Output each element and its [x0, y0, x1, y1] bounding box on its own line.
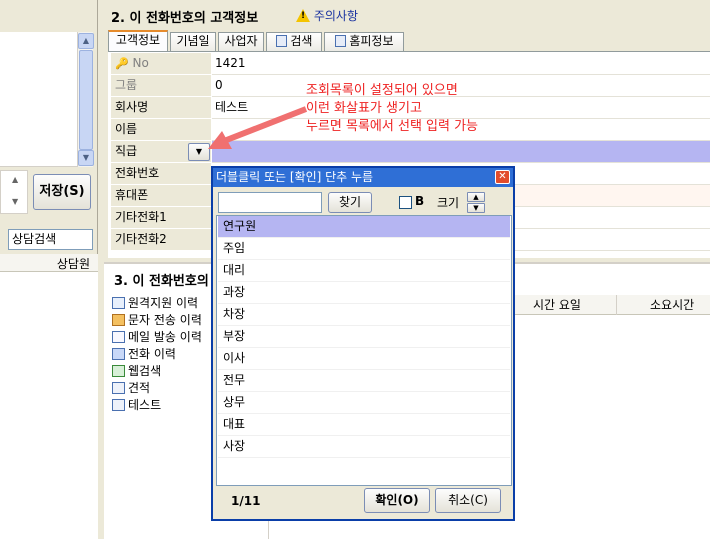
annotation-line-2: 이런 화살표가 생기고	[306, 101, 422, 116]
list-header: 상담원	[0, 254, 98, 272]
spinner-box[interactable]: ▲ ▼	[0, 170, 28, 214]
size-down-icon[interactable]: ▼	[467, 203, 485, 213]
tree-item-label: 견적	[128, 381, 151, 395]
tab-customer-info[interactable]: 고객정보	[108, 30, 168, 52]
list-item[interactable]: 대리	[218, 260, 510, 282]
notice-link[interactable]: ! 주의사항	[296, 7, 358, 24]
web-icon	[112, 365, 125, 377]
remote-icon	[112, 297, 125, 309]
homepage-tab-icon	[334, 35, 346, 47]
warning-icon: !	[296, 9, 310, 22]
tree-item-remote[interactable]: 원격지원 이력	[112, 295, 198, 312]
list-item[interactable]: 부장	[218, 326, 510, 348]
search-tab-icon	[275, 35, 287, 47]
annotation-line-3: 누르면 목록에서 선택 입력 가능	[306, 119, 479, 134]
phone-icon	[112, 348, 125, 360]
tab-anniversary[interactable]: 기념일	[170, 32, 216, 51]
tree-item-estimate[interactable]: 견적	[112, 380, 150, 397]
tree-item-label: 웹검색	[128, 364, 162, 378]
field-value-group[interactable]: 0	[212, 75, 710, 97]
list-item[interactable]	[0, 129, 77, 167]
left-pane: ▲ ▼ ▲ ▼ 저장(S) 상담검색 상담원	[0, 0, 98, 539]
tree-item-web[interactable]: 웹검색	[112, 363, 161, 380]
list-item[interactable]	[0, 80, 77, 130]
list-item[interactable]: 상무	[218, 392, 510, 414]
list-item[interactable]: 연구원	[218, 216, 510, 238]
field-label-other-phone-2: 기타전화2	[111, 229, 211, 251]
spin-down-icon[interactable]: ▼	[12, 197, 18, 206]
tree-item-sms[interactable]: 문자 전송 이력	[112, 312, 202, 329]
column-header-duration[interactable]: 소요시간	[650, 295, 710, 315]
vertical-scrollbar[interactable]: ▲ ▼	[77, 32, 94, 167]
scroll-up-icon[interactable]: ▲	[78, 33, 94, 49]
tab-homepage-label: 홈피정보	[349, 34, 394, 48]
list-item[interactable]: 차장	[218, 304, 510, 326]
doc-icon	[112, 382, 125, 394]
position-list[interactable]: 연구원 주임 대리 과장 차장 부장 이사 전무 상무 대표 사장	[216, 215, 512, 486]
tree-item-label: 메일 발송 이력	[128, 330, 202, 344]
tree-item-phone[interactable]: 전화 이력	[112, 346, 176, 363]
field-label-group: 그룹	[111, 75, 211, 97]
position-select-dialog: 더블클릭 또는 [확인] 단추 누름 ✕ 찾기 B 크기 ▲ ▼ 연구원 주임 …	[211, 166, 515, 521]
list-item[interactable]: 주임	[218, 238, 510, 260]
size-up-icon[interactable]: ▲	[467, 192, 485, 202]
tree-item-label: 문자 전송 이력	[128, 313, 202, 327]
scroll-down-icon[interactable]: ▼	[78, 150, 94, 166]
spin-up-icon[interactable]: ▲	[12, 175, 18, 184]
bold-checkbox-label: B	[415, 194, 425, 208]
field-value-no: 1421	[212, 53, 710, 75]
page-info: 1/11	[231, 494, 261, 508]
mail-icon	[112, 331, 125, 343]
size-stepper[interactable]: ▲ ▼	[467, 192, 485, 213]
section-2-title: 2. 이 전화번호의 고객정보	[111, 11, 259, 26]
list-item[interactable]: 사장	[218, 436, 510, 458]
search-input[interactable]: 상담검색	[8, 229, 93, 250]
field-label-name: 이름	[111, 119, 211, 141]
scroll-thumb[interactable]	[79, 50, 93, 150]
list-item[interactable]: 전무	[218, 370, 510, 392]
key-icon: 🔑	[115, 57, 129, 70]
annotation-line-1: 조회목록이 설정되어 있으면	[306, 83, 458, 98]
annotation-arrow-icon	[208, 106, 308, 149]
column-header-time[interactable]: 시간 요일	[533, 295, 617, 315]
list-item[interactable]: 이사	[218, 348, 510, 370]
tab-search-label: 검색	[290, 34, 313, 48]
field-label-no-text: No	[132, 56, 149, 70]
tab-business[interactable]: 사업자	[218, 32, 264, 51]
save-button[interactable]: 저장(S)	[33, 174, 91, 210]
list-item[interactable]	[0, 32, 77, 57]
find-button[interactable]: 찾기	[328, 192, 372, 213]
list-item[interactable]: 대표	[218, 414, 510, 436]
list-item[interactable]	[0, 56, 77, 81]
tree-item-label: 원격지원 이력	[128, 296, 199, 310]
doc-icon	[112, 399, 125, 411]
ok-button[interactable]: 확인(O)	[364, 488, 430, 513]
close-icon[interactable]: ✕	[495, 170, 510, 184]
consultation-list[interactable]	[0, 272, 98, 539]
field-label-company: 회사명	[111, 97, 211, 119]
tab-homepage[interactable]: 홈피정보	[324, 32, 404, 51]
size-label: 크기	[437, 196, 460, 210]
tree-item-test[interactable]: 테스트	[112, 397, 161, 414]
field-label-other-phone-1: 기타전화1	[111, 207, 211, 229]
tree-item-mail[interactable]: 메일 발송 이력	[112, 329, 202, 346]
section-3-title: 3. 이 전화번호의	[114, 274, 209, 289]
list-item[interactable]: 과장	[218, 282, 510, 304]
dialog-title: 더블클릭 또는 [확인] 단추 누름	[213, 168, 513, 187]
field-label-no: 🔑 No	[111, 53, 211, 75]
notice-label: 주의사항	[313, 9, 358, 23]
bold-checkbox[interactable]	[399, 196, 412, 209]
field-label-phone: 전화번호	[111, 163, 211, 185]
field-label-mobile: 휴대폰	[111, 185, 211, 207]
tab-search[interactable]: 검색	[266, 32, 322, 51]
column-header[interactable]: 상담원	[57, 255, 90, 272]
tree-item-label: 테스트	[128, 398, 162, 412]
sms-icon	[112, 314, 125, 326]
dialog-search-input[interactable]	[218, 192, 322, 213]
cancel-button[interactable]: 취소(C)	[435, 488, 501, 513]
tree-item-label: 전화 이력	[128, 347, 176, 361]
